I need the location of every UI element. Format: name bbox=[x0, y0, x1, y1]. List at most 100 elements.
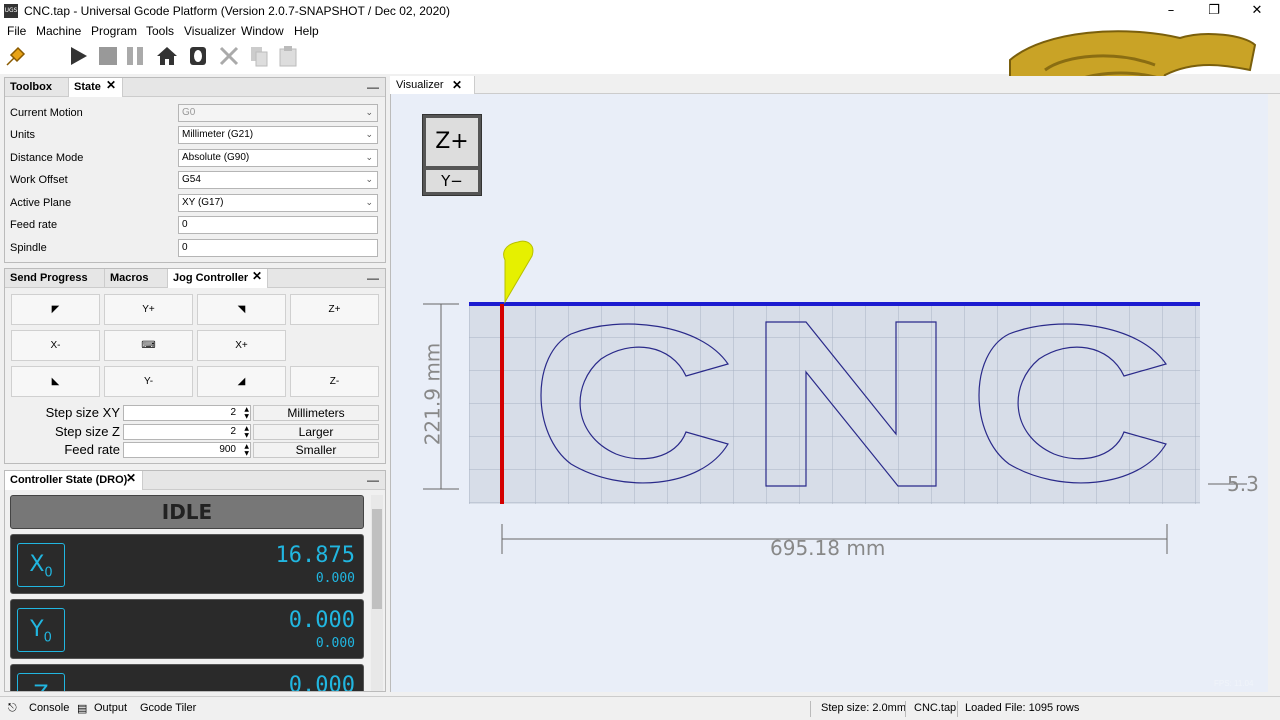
output-tab[interactable]: Output bbox=[94, 702, 127, 714]
arrow-down-left-icon: ◣ bbox=[51, 376, 60, 387]
jog-feed-rate-spinner[interactable]: 900 ▲ ▼ bbox=[123, 442, 251, 458]
minimize-button[interactable]: – bbox=[1148, 0, 1194, 22]
arrow-up-left-icon: ◤ bbox=[51, 304, 60, 315]
minimize-panel-icon[interactable]: — bbox=[367, 80, 379, 94]
jog-xplus-yminus-button[interactable]: ◢ bbox=[197, 366, 286, 397]
menu-tools[interactable]: Tools bbox=[146, 24, 174, 38]
jog-xplus-yplus-button[interactable]: ◥ bbox=[197, 294, 286, 325]
arrow-up-right-icon: ◥ bbox=[237, 304, 246, 315]
tab-toolbox[interactable]: Toolbox bbox=[5, 78, 69, 97]
dro-scrollbar[interactable] bbox=[371, 495, 383, 691]
active-plane-value: XY (G17) bbox=[182, 197, 224, 208]
spindle-field[interactable]: 0 bbox=[178, 239, 378, 257]
jog-xminus-button[interactable]: X- bbox=[11, 330, 100, 361]
visualizer-scrollbar[interactable] bbox=[1268, 94, 1280, 692]
feed-rate-field[interactable]: 0 bbox=[178, 216, 378, 234]
minimize-panel-icon[interactable]: — bbox=[367, 473, 379, 487]
work-offset-value: G54 bbox=[182, 174, 201, 185]
step-xy-value: 2 bbox=[230, 407, 236, 418]
console-tab[interactable]: Console bbox=[29, 702, 69, 714]
keyboard-jog-button[interactable]: ⌨ bbox=[104, 330, 193, 361]
spinner-arrows-icon[interactable]: ▲ ▼ bbox=[244, 406, 249, 420]
play-icon[interactable] bbox=[66, 44, 90, 68]
larger-button[interactable]: Larger bbox=[253, 424, 379, 440]
paste-icon[interactable] bbox=[276, 44, 300, 68]
stop-icon[interactable] bbox=[96, 44, 120, 68]
close-visualizer-tab-icon[interactable]: ✕ bbox=[452, 78, 462, 92]
connect-icon[interactable] bbox=[4, 44, 28, 68]
loaded-file-status: Loaded File: 1095 rows bbox=[965, 702, 1080, 714]
close-dro-tab-icon[interactable]: ✕ bbox=[126, 471, 136, 485]
active-plane-label: Active Plane bbox=[10, 197, 72, 209]
menu-file[interactable]: File bbox=[7, 24, 26, 38]
step-size-status: Step size: 2.0mm bbox=[821, 702, 906, 714]
step-xy-spinner[interactable]: 2 ▲ ▼ bbox=[123, 405, 251, 421]
file-name-status: CNC.tap bbox=[914, 702, 957, 714]
tab-send-progress[interactable]: Send Progress bbox=[5, 269, 105, 288]
chevron-down-icon: ⌄ bbox=[365, 153, 373, 163]
scrollbar-thumb[interactable] bbox=[372, 509, 382, 609]
x-axis-reset-button[interactable]: X0 bbox=[17, 543, 65, 587]
state-tabbar: Toolbox State ✕ — bbox=[5, 78, 385, 97]
output-icon[interactable]: ▤ bbox=[77, 702, 87, 715]
jog-xminus-yplus-button[interactable]: ◤ bbox=[11, 294, 100, 325]
app-icon: UGS bbox=[4, 4, 18, 18]
menu-visualizer[interactable]: Visualizer bbox=[184, 24, 236, 38]
y-work-position[interactable]: 0.000 bbox=[289, 608, 355, 633]
reset-zero-icon[interactable] bbox=[186, 44, 210, 68]
pause-icon[interactable] bbox=[123, 44, 147, 68]
millimeters-button[interactable]: Millimeters bbox=[253, 405, 379, 421]
visualizer-canvas[interactable]: Z+ Y− 695.18 mm 221.9 mm 5.3 FPS: 11.04 bbox=[390, 94, 1280, 692]
close-button[interactable]: ✕ bbox=[1234, 0, 1280, 22]
x-axis-sub: 0 bbox=[44, 565, 53, 581]
fps-readout: FPS: 11.04 bbox=[1214, 679, 1254, 688]
status-separator bbox=[810, 701, 811, 717]
copy-icon[interactable] bbox=[247, 44, 271, 68]
spinner-arrows-icon[interactable]: ▲ ▼ bbox=[244, 443, 249, 457]
y-axis-reset-button[interactable]: Y0 bbox=[17, 608, 65, 652]
minimize-panel-icon[interactable]: — bbox=[367, 271, 379, 285]
current-motion-value: G0 bbox=[182, 107, 196, 118]
tab-controller-state[interactable]: Controller State (DRO) bbox=[5, 471, 143, 490]
home-icon[interactable] bbox=[155, 44, 179, 68]
jog-zminus-button[interactable]: Z- bbox=[290, 366, 379, 397]
unlock-icon[interactable] bbox=[217, 44, 241, 68]
spinner-arrows-icon[interactable]: ▲ ▼ bbox=[244, 425, 249, 439]
toolpath-view bbox=[423, 240, 1247, 554]
work-offset-select[interactable]: G54 ⌄ bbox=[178, 171, 378, 189]
tab-macros[interactable]: Macros bbox=[105, 269, 168, 288]
jog-xplus-button[interactable]: X+ bbox=[197, 330, 286, 361]
menu-machine[interactable]: Machine bbox=[36, 24, 81, 38]
x-work-position[interactable]: 16.875 bbox=[276, 543, 355, 568]
close-state-tab-icon[interactable]: ✕ bbox=[106, 78, 116, 92]
menu-program[interactable]: Program bbox=[91, 24, 137, 38]
jog-tabbar: Send Progress Macros Jog Controller ✕ — bbox=[5, 269, 385, 288]
step-z-label: Step size Z bbox=[54, 424, 120, 439]
units-label: Units bbox=[10, 129, 36, 141]
jog-zplus-button[interactable]: Z+ bbox=[290, 294, 379, 325]
current-motion-select: G0 ⌄ bbox=[178, 104, 378, 122]
restore-button[interactable]: ❐ bbox=[1191, 0, 1237, 22]
z-work-position[interactable]: 0.000 bbox=[289, 673, 355, 691]
jog-xminus-yminus-button[interactable]: ◣ bbox=[11, 366, 100, 397]
z-axis-reset-button[interactable]: Z bbox=[17, 673, 65, 691]
active-plane-select[interactable]: XY (G17) ⌄ bbox=[178, 194, 378, 212]
height-dimension-label: 221.9 mm bbox=[420, 342, 445, 446]
tab-visualizer[interactable]: Visualizer bbox=[390, 76, 475, 94]
step-z-spinner[interactable]: 2 ▲ ▼ bbox=[123, 424, 251, 440]
close-jog-tab-icon[interactable]: ✕ bbox=[252, 269, 262, 283]
jog-yplus-button[interactable]: Y+ bbox=[104, 294, 193, 325]
spindle-label: Spindle bbox=[10, 242, 47, 254]
jog-yminus-button[interactable]: Y- bbox=[104, 366, 193, 397]
smaller-button[interactable]: Smaller bbox=[253, 442, 379, 458]
state-panel: Toolbox State ✕ — Current Motion G0 ⌄ Uni… bbox=[4, 77, 386, 263]
x-axis-label: X bbox=[29, 552, 45, 577]
distance-mode-select[interactable]: Absolute (G90) ⌄ bbox=[178, 149, 378, 167]
menu-window[interactable]: Window bbox=[241, 24, 284, 38]
width-dimension-label: 695.18 mm bbox=[770, 536, 886, 560]
menu-help[interactable]: Help bbox=[294, 24, 319, 38]
gcode-tiler-tab[interactable]: Gcode Tiler bbox=[140, 702, 196, 714]
console-icon[interactable]: ⎋ bbox=[8, 702, 17, 715]
units-select[interactable]: Millimeter (G21) ⌄ bbox=[178, 126, 378, 144]
dro-z-row: Z 0.000 bbox=[10, 664, 364, 691]
